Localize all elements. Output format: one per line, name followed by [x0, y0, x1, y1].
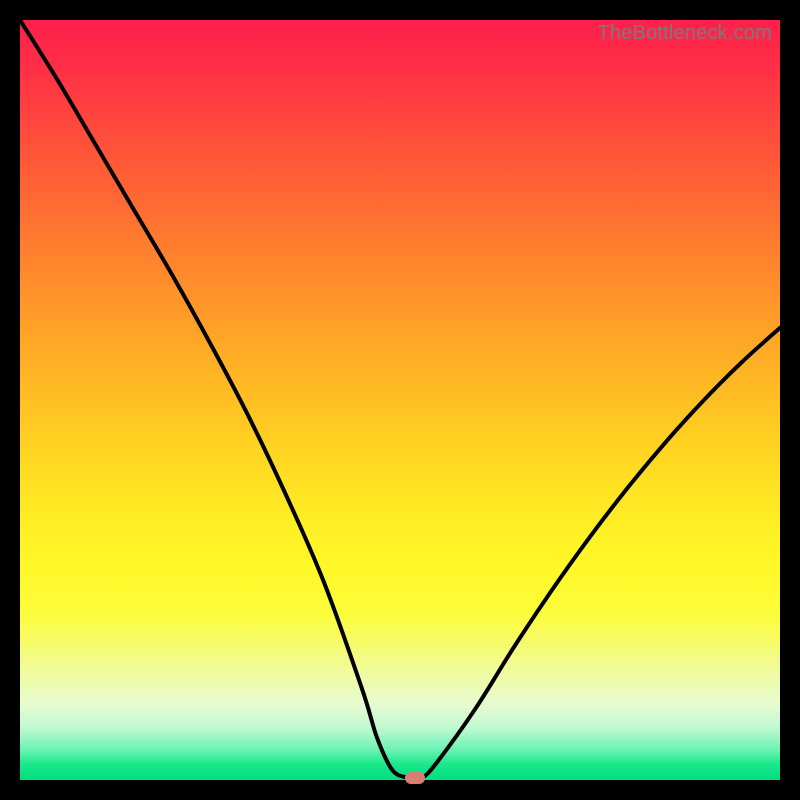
- bottleneck-curve: [20, 20, 780, 780]
- plot-area: TheBottleneck.com: [20, 20, 780, 780]
- chart-frame: TheBottleneck.com: [0, 0, 800, 800]
- optimum-marker: [405, 772, 425, 784]
